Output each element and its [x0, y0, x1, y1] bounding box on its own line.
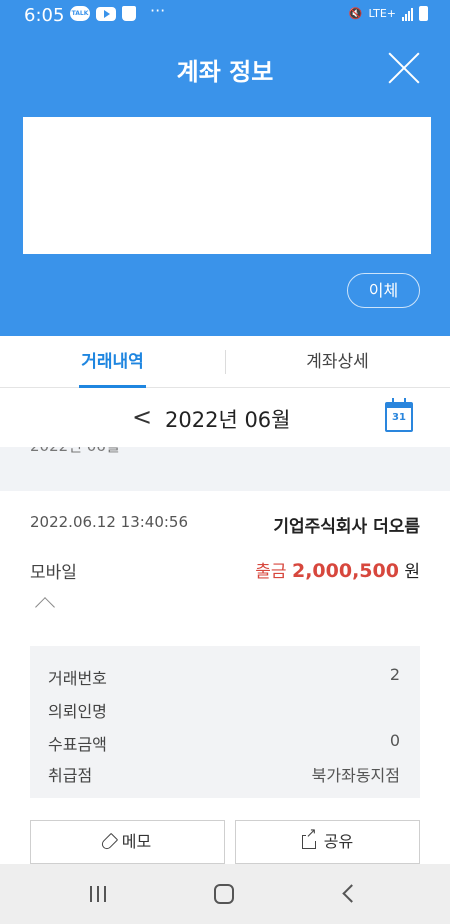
transfer-button[interactable]: 이체 [347, 273, 420, 308]
back-icon[interactable] [342, 884, 361, 903]
transaction-details: 거래번호 2 의뢰인명 수표금액 0 취급점 북가좌동지점 [30, 646, 420, 798]
transaction-datetime: 2022.06.12 13:40:56 [30, 513, 189, 531]
status-bar: 6:05 TALK ··· 🔇 LTE+ [0, 0, 450, 30]
status-time: 6:05 [24, 5, 65, 26]
detail-label: 수표금액 [48, 735, 107, 754]
detail-label: 거래번호 [48, 669, 107, 688]
account-card [23, 117, 431, 254]
section-separator [0, 485, 450, 491]
detail-row: 취급점 북가좌동지점 [48, 762, 400, 786]
month-selector: < 2022년 06월 31 [0, 389, 450, 447]
detail-row: 거래번호 2 [48, 665, 400, 689]
detail-row: 수표금액 0 [48, 731, 400, 755]
prev-month-icon[interactable]: < [132, 403, 152, 431]
sticky-month-header: 2022년 06월 [0, 447, 450, 485]
system-nav-bar [0, 864, 450, 924]
transaction-type: 출금 [255, 562, 287, 582]
close-icon[interactable] [388, 52, 420, 84]
amount-unit: 원 [404, 562, 420, 582]
chevron-up-icon[interactable] [35, 597, 55, 617]
page-title: 계좌 정보 [176, 58, 274, 86]
battery-icon [419, 6, 428, 21]
mute-icon: 🔇 [348, 7, 363, 20]
amount-value: 2,000,500 [291, 560, 399, 582]
detail-value: 2 [389, 665, 400, 684]
network-label: LTE+ [368, 7, 397, 20]
memo-button[interactable]: 메모 [30, 820, 225, 864]
shopping-bag-icon [122, 6, 136, 21]
tab-bar: 거래내역 계좌상세 [0, 336, 450, 388]
tab-account-detail[interactable]: 계좌상세 [225, 336, 450, 388]
share-icon [301, 827, 317, 849]
tab-transactions[interactable]: 거래내역 [0, 336, 225, 388]
share-label: 공유 [323, 832, 354, 851]
home-icon[interactable] [214, 884, 234, 904]
transaction-channel: 모바일 [30, 563, 77, 583]
account-header: 계좌 정보 이체 [0, 30, 450, 336]
transaction-amount: 출금 2,000,500 원 [255, 557, 420, 582]
month-label: 2022년 06월 [165, 408, 291, 432]
pencil-icon [99, 832, 118, 852]
memo-label: 메모 [121, 832, 152, 851]
recent-apps-icon[interactable] [90, 886, 106, 902]
detail-value: 0 [389, 731, 400, 750]
detail-value: 북가좌동지점 [311, 766, 400, 785]
notification-icons: TALK ··· [70, 1, 165, 21]
signal-icon [402, 7, 413, 21]
transaction-counterparty: 기업주식회사 더오름 [273, 517, 420, 537]
more-notifications-icon: ··· [150, 1, 166, 20]
youtube-icon [96, 6, 116, 21]
kakaotalk-icon: TALK [70, 6, 90, 21]
detail-label: 의뢰인명 [48, 702, 107, 721]
status-right-icons: 🔇 LTE+ [349, 6, 428, 21]
detail-label: 취급점 [48, 766, 93, 785]
sticky-month-label: 2022년 06월 [30, 447, 120, 456]
action-buttons: 메모 공유 [30, 820, 420, 864]
share-button[interactable]: 공유 [235, 820, 420, 864]
detail-row: 의뢰인명 [48, 698, 400, 722]
calendar-icon[interactable]: 31 [385, 398, 413, 432]
